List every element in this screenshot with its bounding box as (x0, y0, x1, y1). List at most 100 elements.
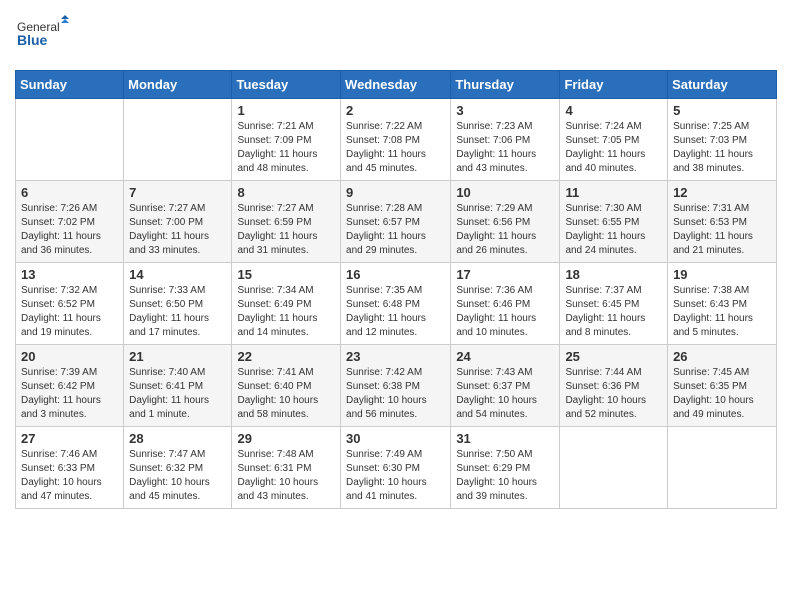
calendar-table: SundayMondayTuesdayWednesdayThursdayFrid… (15, 70, 777, 509)
day-info: Sunrise: 7:22 AM Sunset: 7:08 PM Dayligh… (346, 120, 445, 176)
calendar-header-row: SundayMondayTuesdayWednesdayThursdayFrid… (16, 71, 777, 99)
day-info: Sunrise: 7:34 AM Sunset: 6:49 PM Dayligh… (237, 284, 335, 340)
day-header-monday: Monday (124, 71, 232, 99)
calendar-cell: 19Sunrise: 7:38 AM Sunset: 6:43 PM Dayli… (668, 263, 777, 345)
day-info: Sunrise: 7:45 AM Sunset: 6:35 PM Dayligh… (673, 366, 771, 422)
calendar-cell: 6 Sunrise: 7:26 AM Sunset: 7:02 PM Daylig… (16, 181, 124, 263)
calendar-cell: 25Sunrise: 7:44 AM Sunset: 6:36 PM Dayli… (560, 345, 668, 427)
day-info: Sunrise: 7:25 AM Sunset: 7:03 PM Dayligh… (673, 120, 771, 176)
calendar-cell: 1 Sunrise: 7:21 AM Sunset: 7:09 PM Daylig… (232, 99, 341, 181)
day-info: Sunrise: 7:44 AM Sunset: 6:36 PM Dayligh… (565, 366, 662, 422)
day-number: 17 (456, 267, 554, 282)
calendar-cell: 22 Sunrise: 7:41 AM Sunset: 6:40 PM Dayli… (232, 345, 341, 427)
calendar-cell: 16 Sunrise: 7:35 AM Sunset: 6:48 PM Dayli… (341, 263, 451, 345)
day-info: Sunrise: 7:23 AM Sunset: 7:06 PM Dayligh… (456, 120, 554, 176)
day-info: Sunrise: 7:27 AM Sunset: 7:00 PM Dayligh… (129, 202, 226, 258)
day-header-wednesday: Wednesday (341, 71, 451, 99)
day-number: 28 (129, 431, 226, 446)
day-number: 16 (346, 267, 445, 282)
day-number: 14 (129, 267, 226, 282)
day-info: Sunrise: 7:48 AM Sunset: 6:31 PM Dayligh… (237, 448, 335, 504)
day-info: Sunrise: 7:32 AM Sunset: 6:52 PM Dayligh… (21, 284, 118, 340)
day-number: 26 (673, 349, 771, 364)
calendar-cell: 31 Sunrise: 7:50 AM Sunset: 6:29 PM Dayli… (451, 427, 560, 509)
day-info: Sunrise: 7:40 AM Sunset: 6:41 PM Dayligh… (129, 366, 226, 422)
calendar-cell (124, 99, 232, 181)
day-number: 30 (346, 431, 445, 446)
calendar-cell: 4 Sunrise: 7:24 AM Sunset: 7:05 PM Daylig… (560, 99, 668, 181)
day-number: 8 (237, 185, 335, 200)
calendar-week-row: 6 Sunrise: 7:26 AM Sunset: 7:02 PM Daylig… (16, 181, 777, 263)
day-number: 1 (237, 103, 335, 118)
calendar-week-row: 1 Sunrise: 7:21 AM Sunset: 7:09 PM Daylig… (16, 99, 777, 181)
day-number: 21 (129, 349, 226, 364)
day-number: 7 (129, 185, 226, 200)
day-number: 31 (456, 431, 554, 446)
day-info: Sunrise: 7:30 AM Sunset: 6:55 PM Dayligh… (565, 202, 662, 258)
day-number: 11 (565, 185, 662, 200)
day-header-friday: Friday (560, 71, 668, 99)
day-header-thursday: Thursday (451, 71, 560, 99)
calendar-cell: 2Sunrise: 7:22 AM Sunset: 7:08 PM Daylig… (341, 99, 451, 181)
calendar-cell: 12 Sunrise: 7:31 AM Sunset: 6:53 PM Dayli… (668, 181, 777, 263)
day-header-sunday: Sunday (16, 71, 124, 99)
calendar-cell: 15 Sunrise: 7:34 AM Sunset: 6:49 PM Dayli… (232, 263, 341, 345)
calendar-cell: 23 Sunrise: 7:42 AM Sunset: 6:38 PM Dayli… (341, 345, 451, 427)
day-info: Sunrise: 7:41 AM Sunset: 6:40 PM Dayligh… (237, 366, 335, 422)
day-number: 6 (21, 185, 118, 200)
day-number: 9 (346, 185, 445, 200)
day-number: 20 (21, 349, 118, 364)
calendar-cell: 30 Sunrise: 7:49 AM Sunset: 6:30 PM Dayli… (341, 427, 451, 509)
day-info: Sunrise: 7:21 AM Sunset: 7:09 PM Dayligh… (237, 120, 335, 176)
day-header-saturday: Saturday (668, 71, 777, 99)
calendar-cell: 8Sunrise: 7:27 AM Sunset: 6:59 PM Daylig… (232, 181, 341, 263)
day-number: 10 (456, 185, 554, 200)
calendar-cell: 26 Sunrise: 7:45 AM Sunset: 6:35 PM Dayli… (668, 345, 777, 427)
day-info: Sunrise: 7:46 AM Sunset: 6:33 PM Dayligh… (21, 448, 118, 504)
day-number: 12 (673, 185, 771, 200)
day-info: Sunrise: 7:49 AM Sunset: 6:30 PM Dayligh… (346, 448, 445, 504)
calendar-week-row: 13Sunrise: 7:32 AM Sunset: 6:52 PM Dayli… (16, 263, 777, 345)
page-header: General Blue (15, 15, 777, 60)
day-number: 3 (456, 103, 554, 118)
day-info: Sunrise: 7:39 AM Sunset: 6:42 PM Dayligh… (21, 366, 118, 422)
calendar-cell: 20 Sunrise: 7:39 AM Sunset: 6:42 PM Dayli… (16, 345, 124, 427)
day-info: Sunrise: 7:47 AM Sunset: 6:32 PM Dayligh… (129, 448, 226, 504)
calendar-cell: 9 Sunrise: 7:28 AM Sunset: 6:57 PM Daylig… (341, 181, 451, 263)
day-info: Sunrise: 7:26 AM Sunset: 7:02 PM Dayligh… (21, 202, 118, 258)
day-info: Sunrise: 7:33 AM Sunset: 6:50 PM Dayligh… (129, 284, 226, 340)
calendar-cell: 28 Sunrise: 7:47 AM Sunset: 6:32 PM Dayli… (124, 427, 232, 509)
day-info: Sunrise: 7:31 AM Sunset: 6:53 PM Dayligh… (673, 202, 771, 258)
calendar-cell (668, 427, 777, 509)
calendar-cell: 10 Sunrise: 7:29 AM Sunset: 6:56 PM Dayli… (451, 181, 560, 263)
day-number: 27 (21, 431, 118, 446)
logo: General Blue (15, 15, 70, 60)
day-number: 4 (565, 103, 662, 118)
day-number: 24 (456, 349, 554, 364)
calendar-week-row: 27 Sunrise: 7:46 AM Sunset: 6:33 PM Dayli… (16, 427, 777, 509)
calendar-cell: 11 Sunrise: 7:30 AM Sunset: 6:55 PM Dayli… (560, 181, 668, 263)
day-info: Sunrise: 7:28 AM Sunset: 6:57 PM Dayligh… (346, 202, 445, 258)
day-info: Sunrise: 7:42 AM Sunset: 6:38 PM Dayligh… (346, 366, 445, 422)
day-number: 15 (237, 267, 335, 282)
calendar-week-row: 20 Sunrise: 7:39 AM Sunset: 6:42 PM Dayli… (16, 345, 777, 427)
calendar-cell: 14 Sunrise: 7:33 AM Sunset: 6:50 PM Dayli… (124, 263, 232, 345)
day-number: 23 (346, 349, 445, 364)
day-info: Sunrise: 7:24 AM Sunset: 7:05 PM Dayligh… (565, 120, 662, 176)
calendar-cell: 24 Sunrise: 7:43 AM Sunset: 6:37 PM Dayli… (451, 345, 560, 427)
calendar-cell (560, 427, 668, 509)
day-info: Sunrise: 7:50 AM Sunset: 6:29 PM Dayligh… (456, 448, 554, 504)
day-info: Sunrise: 7:35 AM Sunset: 6:48 PM Dayligh… (346, 284, 445, 340)
day-info: Sunrise: 7:38 AM Sunset: 6:43 PM Dayligh… (673, 284, 771, 340)
day-info: Sunrise: 7:36 AM Sunset: 6:46 PM Dayligh… (456, 284, 554, 340)
day-info: Sunrise: 7:29 AM Sunset: 6:56 PM Dayligh… (456, 202, 554, 258)
calendar-cell: 29Sunrise: 7:48 AM Sunset: 6:31 PM Dayli… (232, 427, 341, 509)
logo-svg: General Blue (15, 15, 70, 60)
day-number: 22 (237, 349, 335, 364)
calendar-cell: 27 Sunrise: 7:46 AM Sunset: 6:33 PM Dayli… (16, 427, 124, 509)
day-info: Sunrise: 7:43 AM Sunset: 6:37 PM Dayligh… (456, 366, 554, 422)
calendar-cell: 18Sunrise: 7:37 AM Sunset: 6:45 PM Dayli… (560, 263, 668, 345)
calendar-cell: 5Sunrise: 7:25 AM Sunset: 7:03 PM Daylig… (668, 99, 777, 181)
calendar-cell: 13Sunrise: 7:32 AM Sunset: 6:52 PM Dayli… (16, 263, 124, 345)
calendar-cell: 3 Sunrise: 7:23 AM Sunset: 7:06 PM Daylig… (451, 99, 560, 181)
